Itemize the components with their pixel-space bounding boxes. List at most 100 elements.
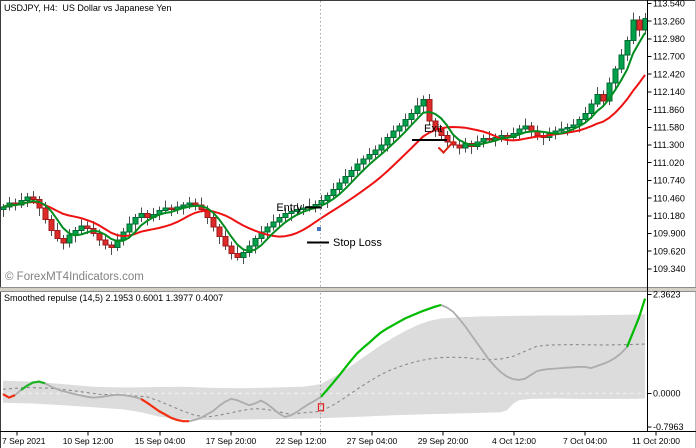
price-tick-label: 111.020 xyxy=(653,158,684,168)
bull-candle xyxy=(409,113,414,119)
bull-candle xyxy=(127,224,132,232)
bull-candle xyxy=(391,131,396,137)
bull-candle xyxy=(481,139,486,142)
buy-entry-dot-icon xyxy=(317,227,321,231)
bear-candle xyxy=(43,208,48,219)
time-tick-label: 4 Oct 12:00 xyxy=(492,436,536,446)
bull-candle xyxy=(79,226,84,230)
price-tick-label: 112.420 xyxy=(653,69,685,79)
bear-candle xyxy=(427,99,432,120)
bear-candle xyxy=(235,254,240,258)
bear-candle xyxy=(145,213,150,217)
bull-candle xyxy=(265,227,270,232)
bull-candle xyxy=(355,164,360,170)
bear-candle xyxy=(223,237,228,246)
bull-candle xyxy=(277,218,282,222)
bear-candle xyxy=(31,197,36,200)
time-tick-label: 27 Sep 04:00 xyxy=(347,436,398,446)
bull-candle xyxy=(241,252,246,257)
time-tick-label: 29 Sep 20:00 xyxy=(418,436,469,446)
bull-candle xyxy=(379,145,384,150)
bull-candle xyxy=(403,120,408,126)
price-tick-label: 111.580 xyxy=(653,123,684,133)
bull-candle xyxy=(139,213,144,217)
bull-candle xyxy=(163,208,168,211)
bear-candle xyxy=(637,20,642,30)
bear-candle xyxy=(487,139,492,140)
bull-candle xyxy=(337,183,342,189)
bear-candle xyxy=(49,220,54,231)
bear-candle xyxy=(103,240,108,245)
bull-candle xyxy=(565,127,570,129)
time-tick-label: 15 Sep 04:00 xyxy=(135,436,186,446)
bear-candle xyxy=(109,245,114,248)
price-tick-label: 113.540 xyxy=(653,0,685,9)
bull-candle xyxy=(559,129,564,131)
entry-label: Entry xyxy=(276,202,302,214)
bull-candle xyxy=(361,159,366,164)
price-tick-label: 112.140 xyxy=(653,87,685,97)
bull-candle xyxy=(373,150,378,154)
bull-candle xyxy=(253,239,258,247)
bull-candle xyxy=(133,218,138,224)
bull-candle xyxy=(343,177,348,183)
bear-candle xyxy=(169,208,174,209)
bear-candle xyxy=(601,94,606,100)
bear-candle xyxy=(457,145,462,148)
indicator-tick-label: 2.3623 xyxy=(653,290,681,300)
price-tick-label: 111.300 xyxy=(653,140,684,150)
time-tick-label: 22 Sep 12:00 xyxy=(276,436,327,446)
chart-window: EntryStop LossExit113.540113.260112.9801… xyxy=(0,0,696,448)
bull-candle xyxy=(619,55,624,69)
indicator-tick-label: 0.0000 xyxy=(653,389,681,399)
bull-candle xyxy=(331,189,336,195)
bear-candle xyxy=(529,126,534,131)
bear-candle xyxy=(61,239,66,243)
bull-candle xyxy=(313,204,318,206)
bear-candle xyxy=(229,246,234,254)
price-tick-label: 111.860 xyxy=(653,105,684,115)
bear-candle xyxy=(211,218,216,227)
price-tick-label: 112.700 xyxy=(653,52,685,62)
bull-candle xyxy=(187,203,192,205)
time-tick-label: 11 Oct 20:00 xyxy=(632,436,680,446)
bull-candle xyxy=(571,125,576,128)
price-tick-label: 113.260 xyxy=(653,16,685,26)
bear-candle xyxy=(193,203,198,205)
time-tick-label: 7 Oct 04:00 xyxy=(563,436,607,446)
time-tick-label: 10 Sep 12:00 xyxy=(63,436,114,446)
price-tick-label: 109.620 xyxy=(653,246,686,256)
price-tick-label: 110.180 xyxy=(653,211,685,221)
bull-candle xyxy=(67,235,72,243)
bull-candle xyxy=(415,106,420,114)
bear-candle xyxy=(85,226,90,229)
exit-label: Exit xyxy=(424,123,442,135)
price-tick-label: 110.740 xyxy=(653,176,685,186)
bull-candle xyxy=(631,20,636,41)
bull-candle xyxy=(583,113,588,119)
bull-candle xyxy=(385,137,390,145)
bull-candle xyxy=(613,69,618,83)
bear-candle xyxy=(217,227,222,236)
bull-candle xyxy=(397,126,402,131)
bear-candle xyxy=(55,230,60,238)
price-tick-label: 110.460 xyxy=(653,193,685,203)
bull-candle xyxy=(421,99,426,105)
bull-candle xyxy=(349,170,354,176)
bear-candle xyxy=(97,234,102,240)
price-chart-canvas[interactable]: EntryStop LossExit113.540113.260112.9801… xyxy=(0,0,696,448)
bull-candle xyxy=(25,197,30,201)
bull-candle xyxy=(523,126,528,129)
bull-candle xyxy=(271,222,276,227)
bull-candle xyxy=(367,154,372,158)
bull-candle xyxy=(589,104,594,113)
bull-candle xyxy=(595,94,600,103)
price-tick-label: 109.340 xyxy=(653,264,686,274)
price-tick-label: 112.980 xyxy=(653,34,685,44)
panel-divider[interactable] xyxy=(0,288,696,291)
price-tick-label: 109.900 xyxy=(653,229,686,239)
time-tick-label: 17 Sep 20:00 xyxy=(206,436,257,446)
bull-candle xyxy=(625,41,630,56)
indicator-tick-label: -0.7963 xyxy=(653,422,684,432)
time-tick-label: 7 Sep 2021 xyxy=(2,436,46,446)
